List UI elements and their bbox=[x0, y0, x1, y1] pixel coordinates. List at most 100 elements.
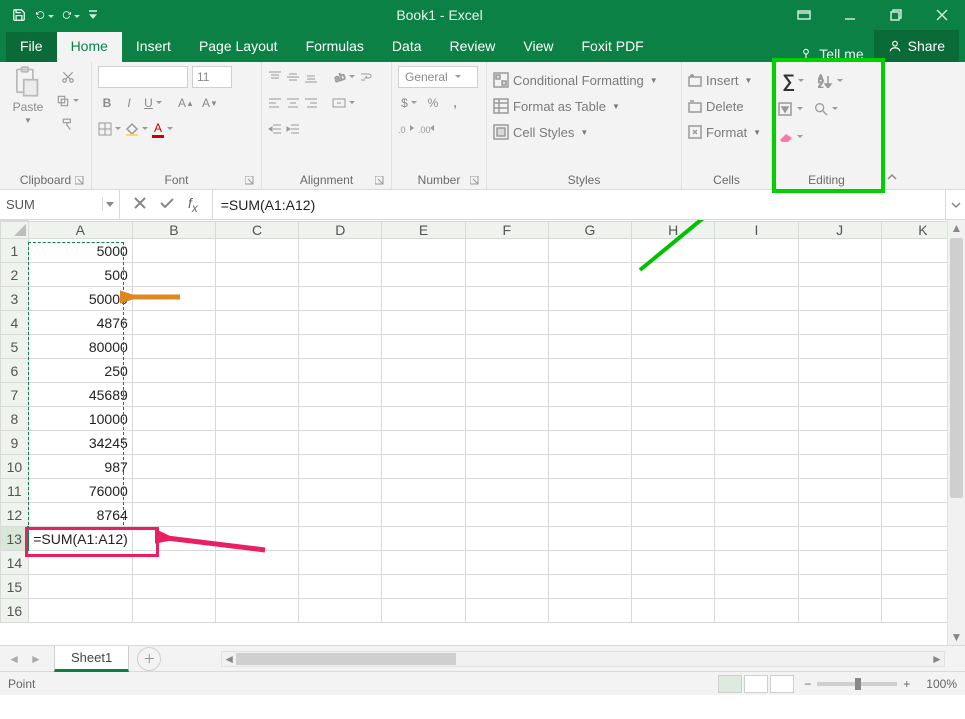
ribbon-display-options-icon[interactable] bbox=[781, 0, 827, 30]
cell-H16[interactable] bbox=[632, 599, 715, 623]
next-sheet-icon[interactable]: ► bbox=[30, 652, 42, 666]
row-header-6[interactable]: 6 bbox=[1, 359, 29, 383]
fill-button[interactable] bbox=[778, 98, 803, 120]
cell-A13[interactable]: =SUM(A1:A12) bbox=[28, 527, 132, 551]
align-top-icon[interactable] bbox=[268, 66, 282, 88]
cell-E10[interactable] bbox=[382, 455, 465, 479]
cell-styles-button[interactable]: Cell Styles▼ bbox=[493, 122, 588, 142]
cell-F1[interactable] bbox=[465, 239, 548, 263]
scroll-right-icon[interactable]: ► bbox=[930, 652, 944, 666]
cell-G12[interactable] bbox=[548, 503, 631, 527]
cell-B6[interactable] bbox=[132, 359, 215, 383]
cell-I12[interactable] bbox=[715, 503, 798, 527]
cell-D8[interactable] bbox=[299, 407, 382, 431]
col-header-D[interactable]: D bbox=[299, 222, 382, 239]
grid[interactable]: A B C D E F G H I J K 150002500350000448… bbox=[0, 220, 965, 623]
cell-I14[interactable] bbox=[715, 551, 798, 575]
cell-I9[interactable] bbox=[715, 431, 798, 455]
row-header-12[interactable]: 12 bbox=[1, 503, 29, 527]
row-header-1[interactable]: 1 bbox=[1, 239, 29, 263]
tab-formulas[interactable]: Formulas bbox=[292, 32, 378, 62]
cell-A2[interactable]: 500 bbox=[28, 263, 132, 287]
zoom-in-button[interactable]: + bbox=[903, 677, 910, 691]
cell-A16[interactable] bbox=[28, 599, 132, 623]
sheet-nav[interactable]: ◄ ► bbox=[0, 652, 50, 666]
find-select-button[interactable] bbox=[813, 98, 838, 120]
cell-D15[interactable] bbox=[299, 575, 382, 599]
collapse-ribbon-icon[interactable] bbox=[882, 62, 902, 189]
cell-F6[interactable] bbox=[465, 359, 548, 383]
merge-center-icon[interactable] bbox=[332, 92, 355, 114]
cell-C11[interactable] bbox=[216, 479, 299, 503]
cell-B12[interactable] bbox=[132, 503, 215, 527]
cell-D13[interactable] bbox=[299, 527, 382, 551]
cell-D5[interactable] bbox=[299, 335, 382, 359]
cell-J12[interactable] bbox=[798, 503, 881, 527]
cell-G1[interactable] bbox=[548, 239, 631, 263]
view-normal-button[interactable] bbox=[718, 675, 742, 693]
cell-A10[interactable]: 987 bbox=[28, 455, 132, 479]
cell-I11[interactable] bbox=[715, 479, 798, 503]
cell-I6[interactable] bbox=[715, 359, 798, 383]
cell-E12[interactable] bbox=[382, 503, 465, 527]
col-header-C[interactable]: C bbox=[216, 222, 299, 239]
cell-D3[interactable] bbox=[299, 287, 382, 311]
insert-function-icon[interactable]: fx bbox=[188, 195, 198, 215]
cell-D9[interactable] bbox=[299, 431, 382, 455]
increase-decimal-icon[interactable]: .0 bbox=[398, 118, 414, 140]
cell-B16[interactable] bbox=[132, 599, 215, 623]
cell-F8[interactable] bbox=[465, 407, 548, 431]
cell-D12[interactable] bbox=[299, 503, 382, 527]
close-icon[interactable] bbox=[919, 0, 965, 30]
cell-H4[interactable] bbox=[632, 311, 715, 335]
cell-J9[interactable] bbox=[798, 431, 881, 455]
cell-I10[interactable] bbox=[715, 455, 798, 479]
cell-F10[interactable] bbox=[465, 455, 548, 479]
cell-I16[interactable] bbox=[715, 599, 798, 623]
cell-C15[interactable] bbox=[216, 575, 299, 599]
cell-E3[interactable] bbox=[382, 287, 465, 311]
font-size-input[interactable] bbox=[192, 66, 232, 88]
cell-H7[interactable] bbox=[632, 383, 715, 407]
name-box[interactable]: SUM bbox=[0, 190, 120, 219]
cell-I13[interactable] bbox=[715, 527, 798, 551]
cell-G14[interactable] bbox=[548, 551, 631, 575]
cell-C5[interactable] bbox=[216, 335, 299, 359]
cell-D7[interactable] bbox=[299, 383, 382, 407]
cell-F4[interactable] bbox=[465, 311, 548, 335]
cell-G4[interactable] bbox=[548, 311, 631, 335]
cell-G6[interactable] bbox=[548, 359, 631, 383]
cell-B3[interactable] bbox=[132, 287, 215, 311]
cell-J11[interactable] bbox=[798, 479, 881, 503]
tab-insert[interactable]: Insert bbox=[122, 32, 185, 62]
view-page-layout-button[interactable] bbox=[744, 675, 768, 693]
tab-file[interactable]: File bbox=[6, 32, 57, 62]
row-header-16[interactable]: 16 bbox=[1, 599, 29, 623]
cell-A3[interactable]: 50000 bbox=[28, 287, 132, 311]
enter-formula-icon[interactable] bbox=[160, 197, 174, 212]
cell-E4[interactable] bbox=[382, 311, 465, 335]
cell-J3[interactable] bbox=[798, 287, 881, 311]
decrease-font-icon[interactable]: A▼ bbox=[200, 92, 220, 114]
orientation-icon[interactable]: ab bbox=[332, 66, 355, 88]
sheet-tab-sheet1[interactable]: Sheet1 bbox=[54, 646, 129, 672]
row-header-5[interactable]: 5 bbox=[1, 335, 29, 359]
cell-E11[interactable] bbox=[382, 479, 465, 503]
prev-sheet-icon[interactable]: ◄ bbox=[8, 652, 20, 666]
cell-C4[interactable] bbox=[216, 311, 299, 335]
align-middle-icon[interactable] bbox=[286, 66, 300, 88]
cell-E9[interactable] bbox=[382, 431, 465, 455]
cell-A7[interactable]: 45689 bbox=[28, 383, 132, 407]
decrease-decimal-icon[interactable]: .00 bbox=[418, 118, 434, 140]
cell-D10[interactable] bbox=[299, 455, 382, 479]
cell-E15[interactable] bbox=[382, 575, 465, 599]
tab-view[interactable]: View bbox=[509, 32, 567, 62]
italic-button[interactable]: I bbox=[120, 92, 138, 114]
cell-C9[interactable] bbox=[216, 431, 299, 455]
cell-H6[interactable] bbox=[632, 359, 715, 383]
cell-D6[interactable] bbox=[299, 359, 382, 383]
cell-F3[interactable] bbox=[465, 287, 548, 311]
percent-format-icon[interactable]: % bbox=[424, 92, 442, 114]
autosum-button[interactable]: ∑ bbox=[778, 70, 808, 92]
cell-A9[interactable]: 34245 bbox=[28, 431, 132, 455]
